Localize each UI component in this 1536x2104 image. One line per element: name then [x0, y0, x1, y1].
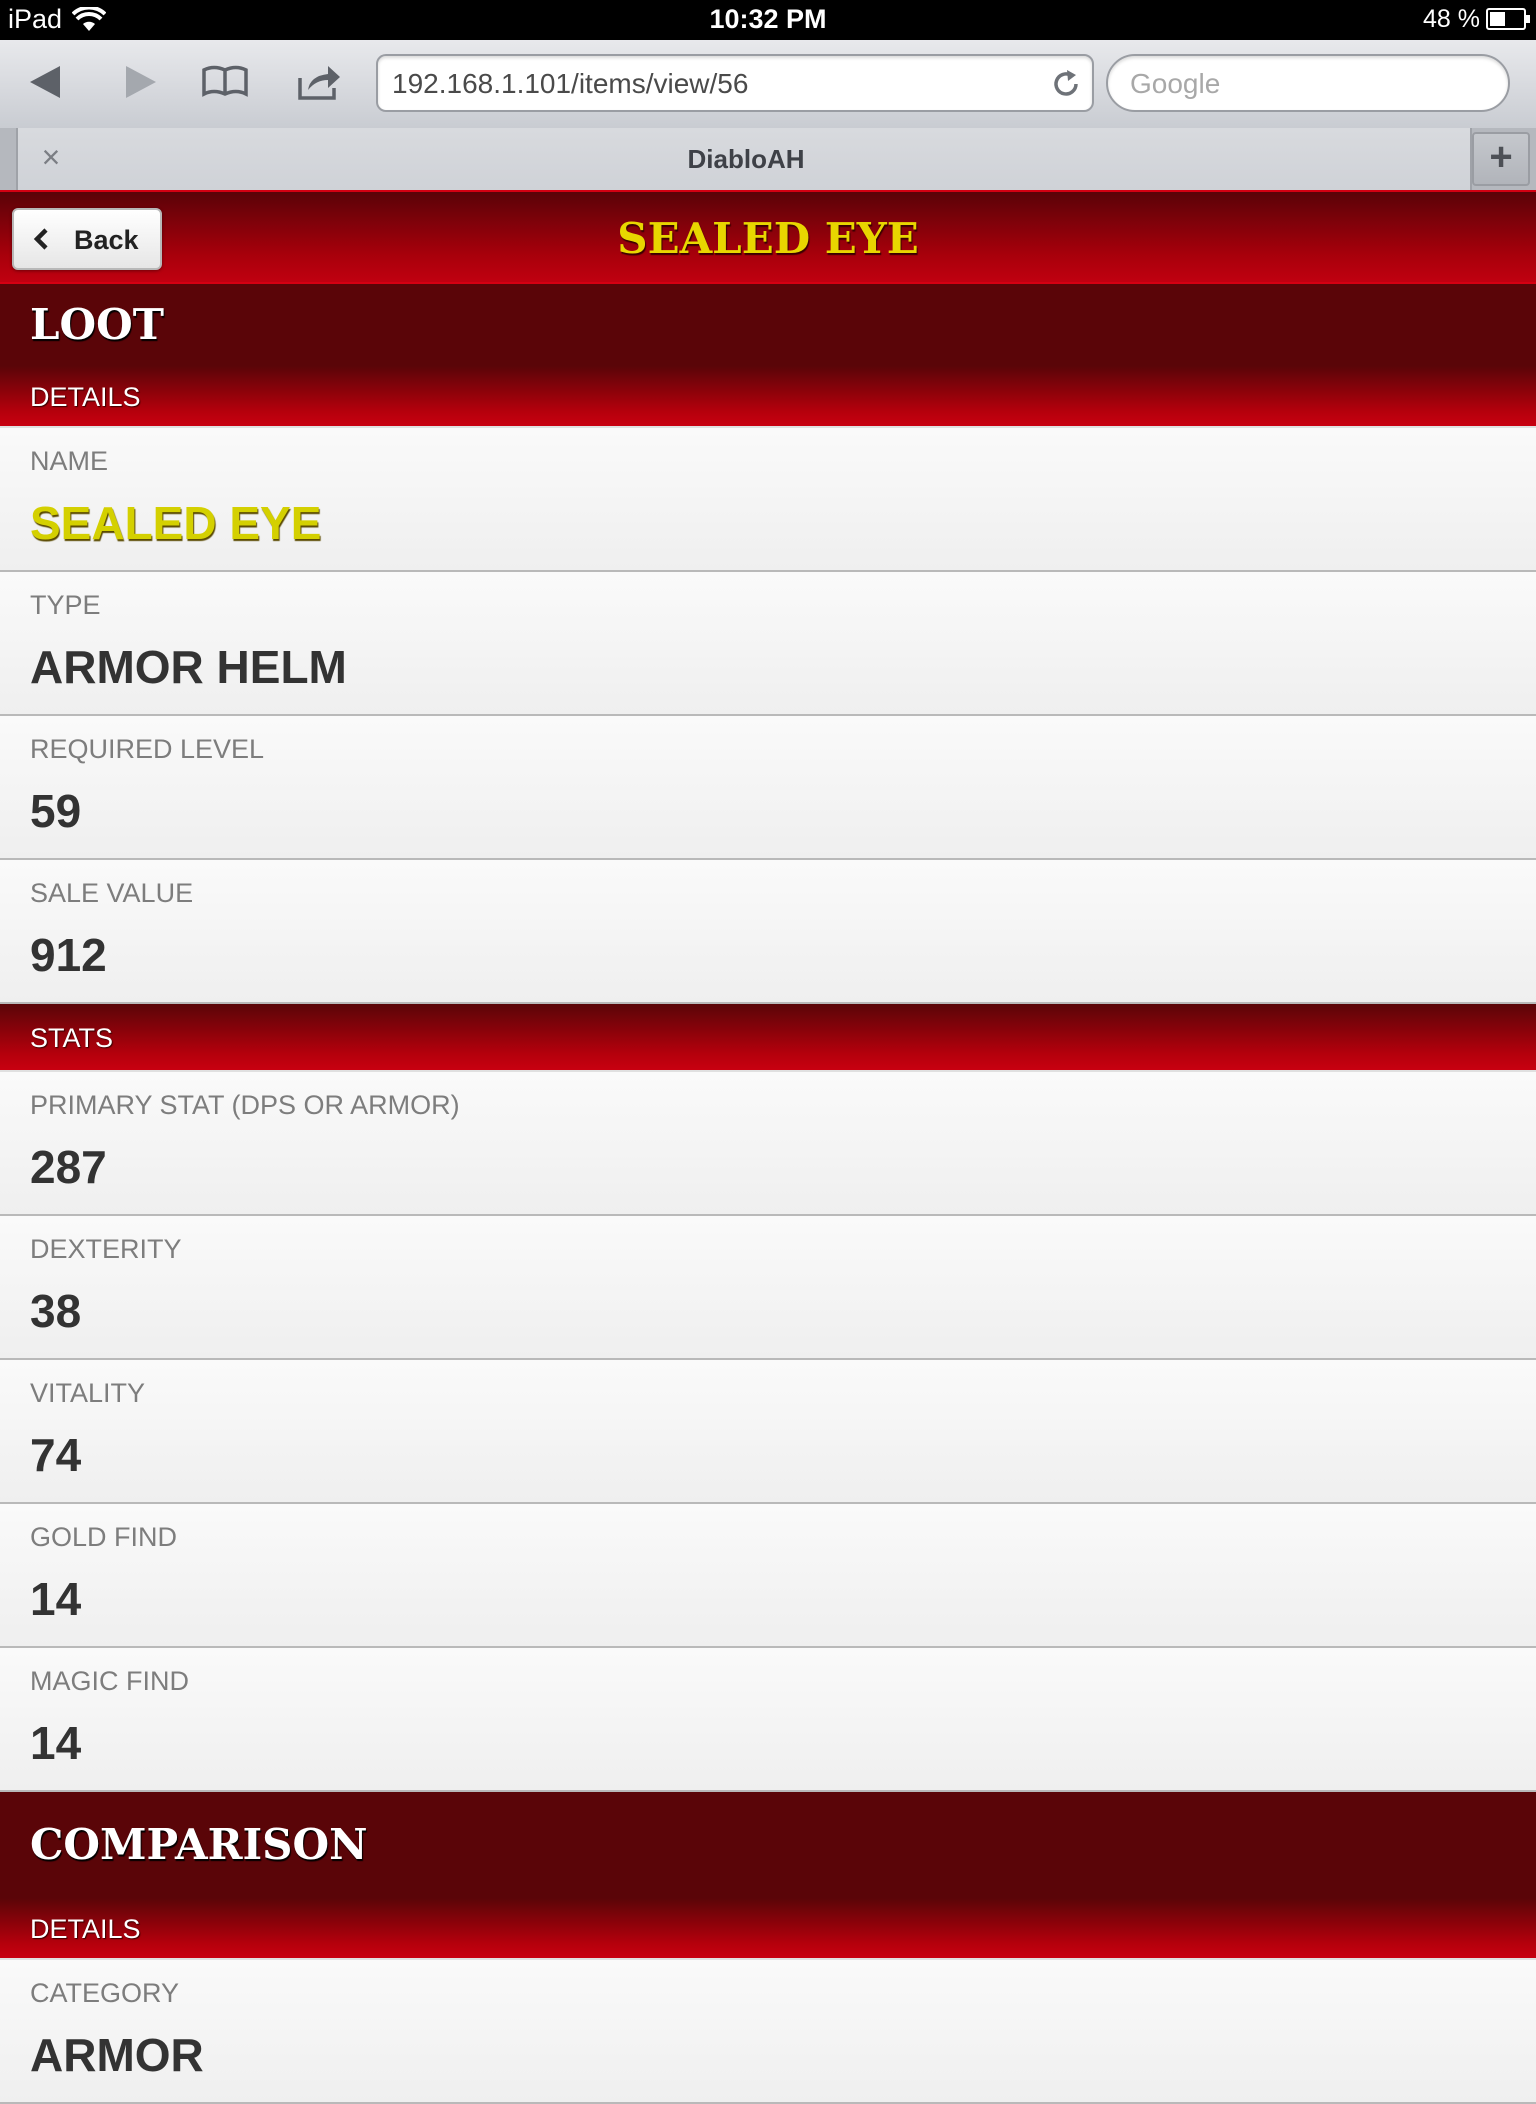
field-label: SALE VALUE: [30, 878, 194, 908]
stat-value: 14: [30, 1573, 82, 1625]
tab-diabloah[interactable]: × DiabloAH: [16, 128, 1472, 190]
divider-stats: STATS: [0, 1004, 1536, 1072]
share-icon: [298, 66, 340, 100]
share-button[interactable]: [294, 60, 344, 104]
clock: 10:32 PM: [709, 4, 827, 34]
field-value: ARMOR: [30, 2029, 204, 2081]
stat-row-dexterity: DEXTERITY 38: [0, 1216, 1536, 1360]
field-label: REQUIRED LEVEL: [30, 734, 265, 764]
field-row-name: NAME SEALED EYE: [0, 428, 1536, 572]
stat-label: PRIMARY STAT (DPS OR ARMOR): [30, 1090, 460, 1120]
stat-row-magic-find: MAGIC FIND 14: [0, 1648, 1536, 1792]
stat-row-primary: PRIMARY STAT (DPS OR ARMOR) 287: [0, 1072, 1536, 1216]
field-value: ARMOR HELM: [30, 641, 347, 693]
tab-bar: × DiabloAH +: [0, 128, 1536, 190]
stat-label: VITALITY: [30, 1378, 146, 1408]
field-value: 59: [30, 785, 82, 837]
field-row-category: CATEGORY ARMOR: [0, 1960, 1536, 2104]
new-tab-button[interactable]: +: [1472, 132, 1530, 186]
field-label: TYPE: [30, 590, 101, 620]
stat-label: MAGIC FIND: [30, 1666, 189, 1696]
stat-value: 74: [30, 1429, 82, 1481]
bookmarks-button[interactable]: [200, 60, 250, 104]
stat-value: 38: [30, 1285, 82, 1337]
stat-value: 287: [30, 1141, 107, 1193]
search-input[interactable]: [1130, 66, 1490, 102]
section-title-loot: LOOT: [0, 284, 1536, 366]
browser-forward-button[interactable]: [114, 60, 164, 104]
battery-icon: [1486, 8, 1530, 30]
divider-comparison-details: DETAILS: [0, 1898, 1536, 1960]
forward-arrow-icon: [126, 66, 156, 98]
tab-title: DiabloAH: [687, 144, 805, 174]
app-header: Back SEALED EYE: [0, 190, 1536, 284]
content: LOOT DETAILS NAME SEALED EYE TYPE ARMOR …: [0, 284, 1536, 2104]
field-value: SEALED EYE: [30, 497, 322, 549]
stat-value: 14: [30, 1717, 82, 1769]
field-label: NAME: [30, 446, 109, 476]
page-title: SEALED EYE: [617, 214, 919, 263]
search-field[interactable]: [1106, 54, 1510, 112]
stat-row-gold-find: GOLD FIND 14: [0, 1504, 1536, 1648]
url-text: 192.168.1.101/items/view/56: [392, 68, 749, 99]
browser-back-button[interactable]: [22, 60, 72, 104]
battery-percent: 48 %: [1423, 5, 1480, 33]
section-title-comparison: COMPARISON: [0, 1792, 1536, 1898]
stat-label: GOLD FIND: [30, 1522, 178, 1552]
stat-row-vitality: VITALITY 74: [0, 1360, 1536, 1504]
browser-toolbar: 192.168.1.101/items/view/56: [0, 40, 1536, 128]
field-row-sale-value: SALE VALUE 912: [0, 860, 1536, 1004]
address-bar[interactable]: 192.168.1.101/items/view/56: [376, 54, 1094, 112]
status-bar: iPad 10:32 PM 48 %: [0, 0, 1536, 40]
divider-details: DETAILS: [0, 366, 1536, 428]
book-icon: [202, 65, 248, 97]
field-label: CATEGORY: [30, 1978, 180, 2008]
field-row-required-level: REQUIRED LEVEL 59: [0, 716, 1536, 860]
back-arrow-icon: [30, 66, 60, 98]
reload-icon[interactable]: [1050, 68, 1082, 100]
field-row-type: TYPE ARMOR HELM: [0, 572, 1536, 716]
field-value: 912: [30, 929, 107, 981]
stat-label: DEXTERITY: [30, 1234, 182, 1264]
